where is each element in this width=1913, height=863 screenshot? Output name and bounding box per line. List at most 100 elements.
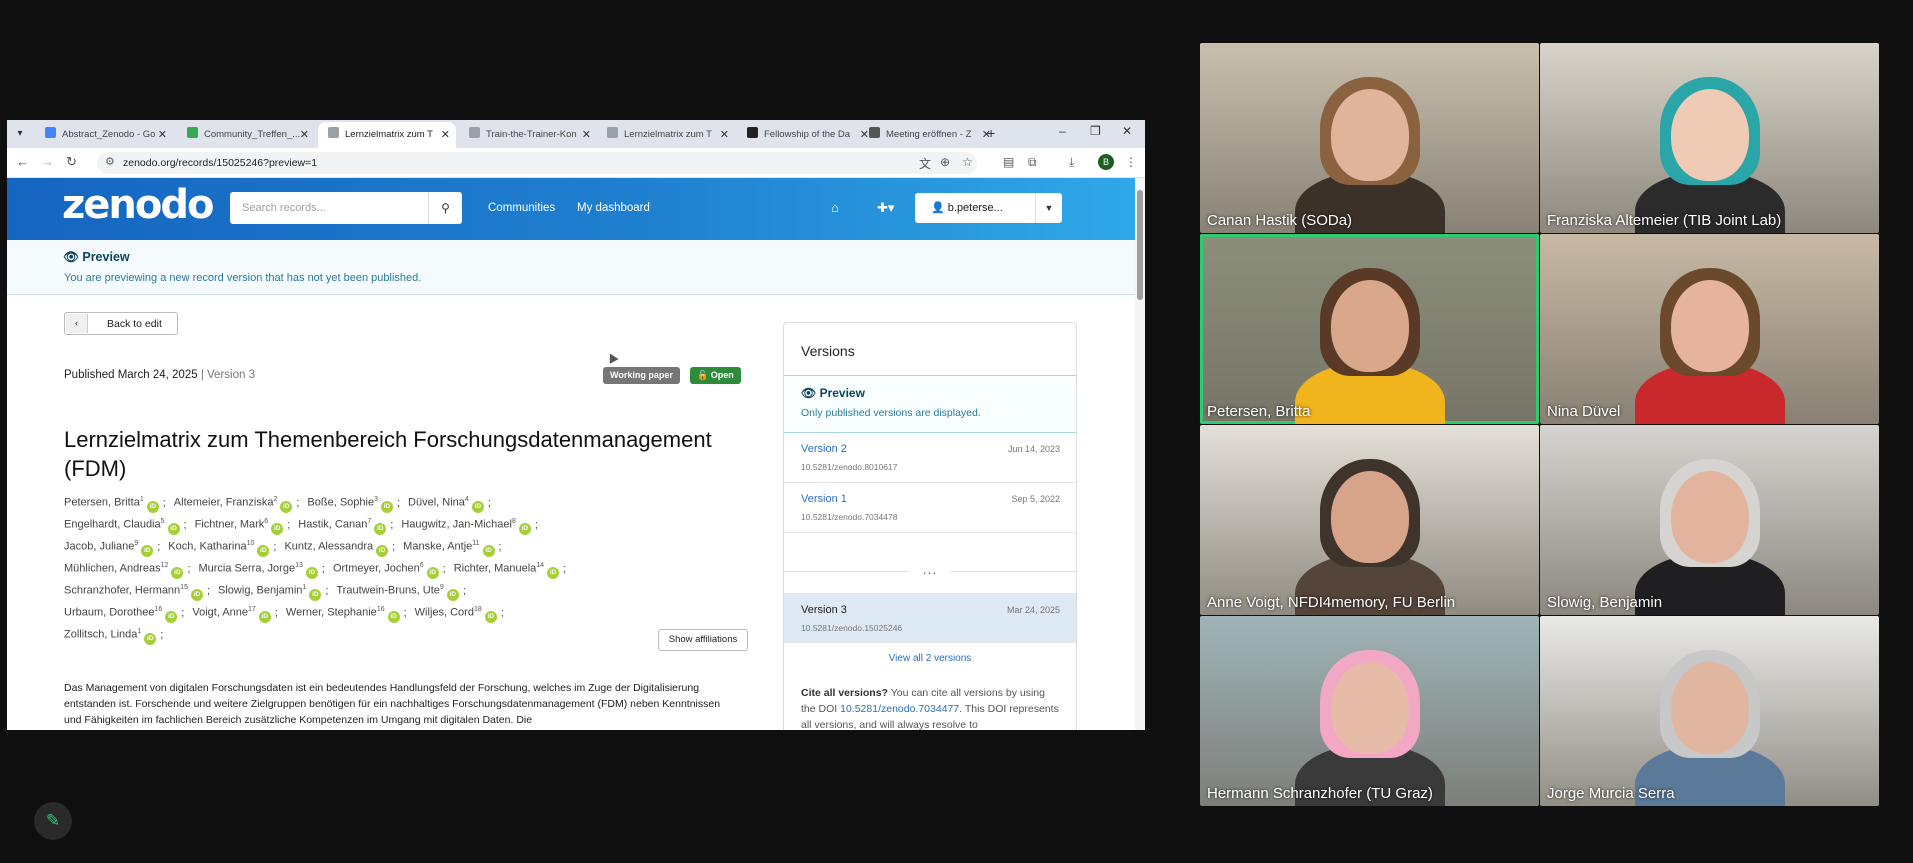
close-tab-icon[interactable]: ✕ <box>158 122 167 148</box>
close-tab-icon[interactable]: ✕ <box>441 122 450 148</box>
orcid-icon[interactable]: iD <box>141 544 154 557</box>
author[interactable]: Trautwein-Bruns, Ute9iD <box>336 584 459 601</box>
author-name[interactable]: Hastik, Canan <box>298 519 367 531</box>
author[interactable]: Murcia Serra, Jorge13iD <box>198 562 318 579</box>
browser-tab[interactable]: Abstract_Zenodo - Go ✕ <box>35 122 173 148</box>
participant-tile[interactable]: Nina Düvel <box>1540 234 1879 424</box>
orcid-icon[interactable]: iD <box>380 500 393 513</box>
close-tab-icon[interactable]: ✕ <box>720 122 729 148</box>
maximize-button[interactable]: ❐ <box>1090 124 1101 138</box>
orcid-icon[interactable]: iD <box>271 522 284 535</box>
author-name[interactable]: Boße, Sophie <box>307 497 374 509</box>
orcid-icon[interactable]: iD <box>167 522 180 535</box>
orcid-icon[interactable]: iD <box>190 588 203 601</box>
search-input[interactable]: Search records... <box>230 192 428 224</box>
site-info-icon[interactable]: ⚙ <box>105 155 115 168</box>
download-icon[interactable]: ⤓ <box>1069 155 1074 170</box>
tab-search-button[interactable]: ▾ <box>11 125 29 143</box>
author-name[interactable]: Altemeier, Franziska <box>174 497 274 509</box>
author-name[interactable]: Haugwitz, Jan-Michael <box>401 519 512 531</box>
author-name[interactable]: Voigt, Anne <box>192 607 248 619</box>
orcid-icon[interactable]: iD <box>280 500 293 513</box>
author-name[interactable]: Düvel, Nina <box>408 497 465 509</box>
author-name[interactable]: Manske, Antje <box>403 541 472 553</box>
orcid-icon[interactable]: iD <box>165 610 178 623</box>
close-tab-icon[interactable]: ✕ <box>582 122 591 148</box>
orcid-icon[interactable]: iD <box>482 544 495 557</box>
author-name[interactable]: Trautwein-Bruns, Ute <box>336 585 440 597</box>
version-item[interactable]: Version 2 Jun 14, 2023 10.5281/zenodo.80… <box>784 433 1076 483</box>
version-item[interactable]: Version 1 Sep 5, 2022 10.5281/zenodo.703… <box>784 483 1076 533</box>
orcid-icon[interactable]: iD <box>471 500 484 513</box>
author[interactable]: Koch, Katharina10iD <box>168 540 270 557</box>
author[interactable]: Slowig, Benjamin1iD <box>218 584 322 601</box>
author-name[interactable]: Urbaum, Dorothee <box>64 607 155 619</box>
search-icon[interactable]: ⚲ <box>428 192 462 224</box>
reload-icon[interactable]: ↻ <box>66 154 77 170</box>
plus-menu-icon[interactable]: ✚▾ <box>877 200 894 216</box>
url-text[interactable]: zenodo.org/records/15025246?preview=1 <box>123 157 317 169</box>
orcid-icon[interactable]: iD <box>547 566 560 579</box>
author-name[interactable]: Koch, Katharina <box>168 541 246 553</box>
author[interactable]: Zollitsch, Linda1iD <box>64 628 157 645</box>
author-name[interactable]: Ortmeyer, Jochen <box>333 563 420 575</box>
author-name[interactable]: Fichtner, Mark <box>195 519 265 531</box>
author[interactable]: Haugwitz, Jan-Michael8iD <box>401 518 531 535</box>
orcid-icon[interactable]: iD <box>376 544 389 557</box>
annotate-pen-button[interactable]: ✎ <box>34 802 72 840</box>
more-versions-indicator[interactable]: ... <box>784 561 1076 583</box>
author[interactable]: Ortmeyer, Jochen6iD <box>333 562 439 579</box>
author-name[interactable]: Engelhardt, Claudia <box>64 519 161 531</box>
orcid-icon[interactable]: iD <box>484 610 497 623</box>
author[interactable]: Altemeier, Franziska2iD <box>174 496 293 513</box>
author[interactable]: Urbaum, Dorothee16iD <box>64 606 178 623</box>
orcid-icon[interactable]: iD <box>305 566 318 579</box>
reading-list-icon[interactable]: ▤ <box>1003 155 1014 169</box>
author-name[interactable]: Richter, Manuela <box>454 563 537 575</box>
user-menu-button[interactable]: 👤 b.peterse... <box>915 193 1035 223</box>
browser-tab[interactable]: Train-the-Trainer-Kon ✕ <box>459 122 597 148</box>
author[interactable]: Hastik, Canan7iD <box>298 518 387 535</box>
orcid-icon[interactable]: iD <box>446 588 459 601</box>
browser-tab[interactable]: Community_Treffen_... ✕ <box>177 122 315 148</box>
participant-tile[interactable]: Slowig, Benjamin <box>1540 425 1879 615</box>
back-to-edit-button[interactable]: ‹ Back to edit <box>64 312 178 335</box>
participant-tile[interactable]: Franziska Altemeier (TIB Joint Lab) <box>1540 43 1879 233</box>
user-dropdown-caret-icon[interactable]: ▼ <box>1035 193 1062 223</box>
author-name[interactable]: Murcia Serra, Jorge <box>198 563 295 575</box>
participant-tile[interactable]: Petersen, Britta <box>1200 234 1539 424</box>
author-name[interactable]: Wiljes, Cord <box>415 607 474 619</box>
author[interactable]: Voigt, Anne17iD <box>192 606 271 623</box>
browser-tab[interactable]: Lernzielmatrix zum T ✕ <box>597 122 735 148</box>
translate-icon[interactable]: 文 <box>919 155 931 172</box>
browser-tab[interactable]: Fellowship of the Da ✕ <box>737 122 875 148</box>
author[interactable]: Jacob, Juliane9iD <box>64 540 154 557</box>
browser-tab[interactable]: Lernzielmatrix zum T ✕ <box>318 122 456 148</box>
participant-tile[interactable]: Canan Hastik (SODa) <box>1200 43 1539 233</box>
close-tab-icon[interactable]: ✕ <box>300 122 309 148</box>
orcid-icon[interactable]: iD <box>257 544 270 557</box>
author[interactable]: Werner, Stephanie16iD <box>286 606 400 623</box>
extensions-icon[interactable]: ⧉ <box>1028 155 1037 170</box>
zoom-icon[interactable]: ⊕ <box>940 155 950 169</box>
forward-arrow-icon[interactable]: → <box>41 154 54 169</box>
author-name[interactable]: Slowig, Benjamin <box>218 585 302 597</box>
new-tab-button[interactable]: + <box>987 125 995 141</box>
participant-tile[interactable]: Anne Voigt, NFDI4memory, FU Berlin <box>1200 425 1539 615</box>
inbox-icon[interactable]: ⌂ <box>831 200 839 215</box>
author-name[interactable]: Kuntz, Alessandra <box>284 541 373 553</box>
orcid-icon[interactable]: iD <box>374 522 387 535</box>
show-affiliations-button[interactable]: Show affiliations <box>658 629 748 651</box>
orcid-icon[interactable]: iD <box>144 632 157 645</box>
bookmark-star-icon[interactable]: ☆ <box>962 155 973 169</box>
author[interactable]: Mühlichen, Andreas12iD <box>64 562 184 579</box>
orcid-icon[interactable]: iD <box>309 588 322 601</box>
author[interactable]: Engelhardt, Claudia5iD <box>64 518 180 535</box>
concept-doi-link[interactable]: 10.5281/zenodo.7034477 <box>840 703 959 715</box>
author-name[interactable]: Jacob, Juliane <box>64 541 134 553</box>
author-name[interactable]: Schranzhofer, Hermann <box>64 585 180 597</box>
address-bar[interactable]: ⚙ zenodo.org/records/15025246?preview=1 <box>97 152 977 174</box>
orcid-icon[interactable]: iD <box>171 566 184 579</box>
view-all-versions-link[interactable]: View all 2 versions <box>784 653 1076 664</box>
nav-communities[interactable]: Communities <box>488 202 555 214</box>
